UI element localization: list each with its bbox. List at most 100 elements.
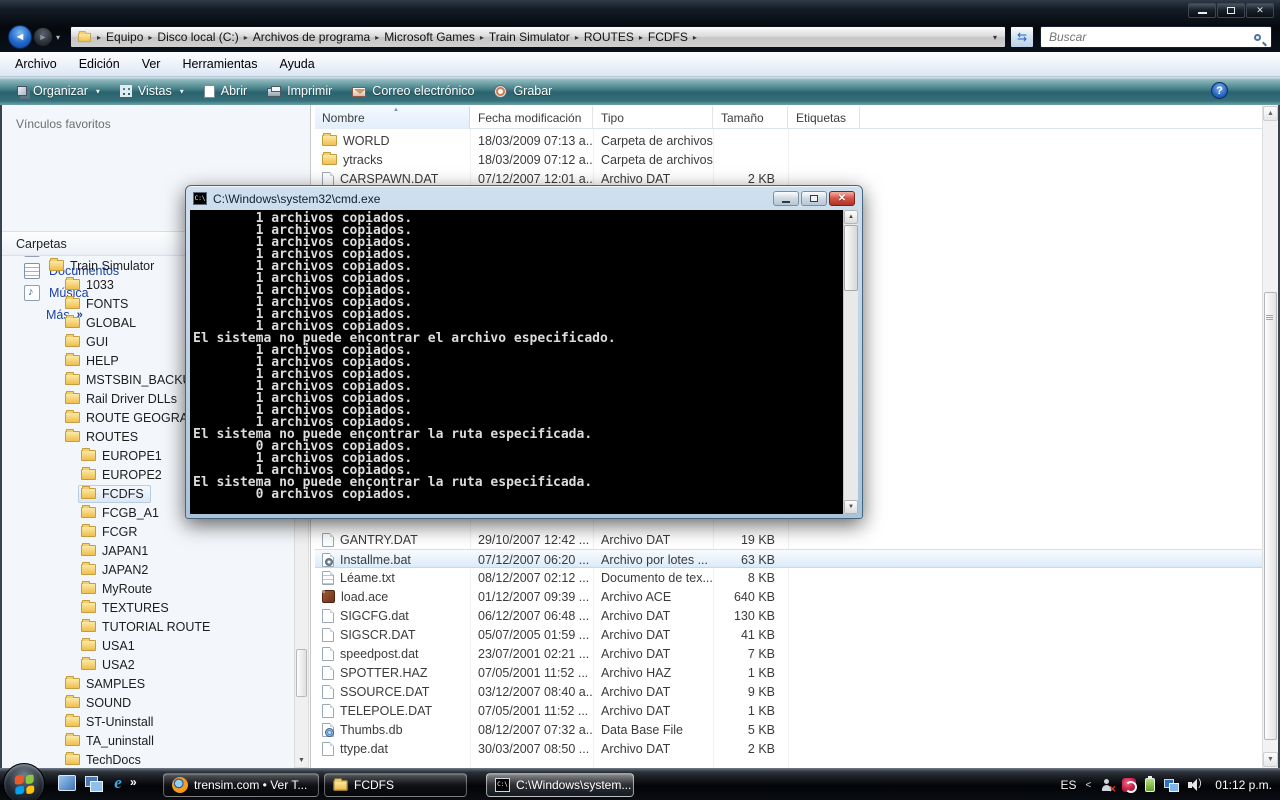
menu-item[interactable]: Herramientas <box>171 57 268 71</box>
taskbar-button-3[interactable]: C:\C:\Windows\system... <box>486 773 634 797</box>
tree-item-inner[interactable]: JAPAN1 <box>78 542 155 560</box>
tree-item-inner[interactable]: FCGB_A1 <box>78 504 166 522</box>
file-row-spotter.haz[interactable]: SPOTTER.HAZ07/05/2001 11:52 ...Archivo H… <box>315 663 1262 682</box>
back-button[interactable]: ◄ <box>8 25 32 49</box>
file-row-telepole.dat[interactable]: TELEPOLE.DAT07/05/2001 11:52 ...Archivo … <box>315 701 1262 720</box>
cmd-window[interactable]: C:\ C:\Windows\system32\cmd.exe ✕ 1 arch… <box>185 185 863 519</box>
cmd-close-button[interactable]: ✕ <box>829 191 855 206</box>
start-button[interactable] <box>3 763 45 800</box>
tree-item-inner[interactable]: TEXTURES <box>78 599 176 617</box>
tree-item-inner[interactable]: USA1 <box>78 637 142 655</box>
tree-item-inner[interactable]: SAMPLES <box>62 675 152 693</box>
volume-icon[interactable]: ) <box>1188 778 1204 792</box>
show-desktop-icon[interactable] <box>58 775 76 791</box>
messenger-icon[interactable]: ✕ <box>1100 779 1113 792</box>
tree-item-usa2[interactable]: USA2 <box>2 655 294 674</box>
breadcrumb-item[interactable]: Disco local (C:) <box>157 30 238 44</box>
internet-explorer-icon[interactable]: e <box>110 775 126 791</box>
tree-item-textures[interactable]: TEXTURES <box>2 598 294 617</box>
tree-item-inner[interactable]: MSTSBIN_BACKU <box>62 371 199 389</box>
console-scrollbar[interactable]: ▲ ▼ <box>843 210 858 514</box>
close-button[interactable]: ✕ <box>1246 3 1274 18</box>
refresh-button[interactable]: ⇆ <box>1010 26 1034 48</box>
antivirus-icon[interactable] <box>1122 778 1136 792</box>
scroll-down-icon[interactable]: ▼ <box>844 500 858 514</box>
menu-item[interactable]: Ver <box>131 57 172 71</box>
tree-item-ta_uninstall[interactable]: TA_uninstall <box>2 731 294 750</box>
breadcrumb-item[interactable]: Archivos de programa <box>253 30 370 44</box>
tree-item-inner[interactable]: HELP <box>62 352 126 370</box>
column-header-tamaño[interactable]: Tamaño <box>713 106 788 129</box>
tree-item-inner[interactable]: ROUTE GEOGRAP <box>62 409 203 427</box>
tree-item-inner[interactable]: FONTS <box>62 295 135 313</box>
file-row-thumbs.db[interactable]: Thumbs.db08/12/2007 07:32 a...Data Base … <box>315 720 1262 739</box>
help-button[interactable]: ? <box>1211 82 1228 99</box>
address-dropdown-icon[interactable]: ▾ <box>993 33 999 42</box>
column-header-fecha-modificación[interactable]: Fecha modificación <box>470 106 593 129</box>
taskbar-button-2[interactable]: FCDFS <box>324 773 467 797</box>
tray-chevron-icon[interactable]: < <box>1085 780 1091 791</box>
search-box[interactable] <box>1040 26 1272 48</box>
forward-button[interactable]: ► <box>33 27 53 47</box>
tree-item-inner[interactable]: EUROPE1 <box>78 447 169 465</box>
file-row-sigcfg.dat[interactable]: SIGCFG.dat06/12/2007 06:48 ...Archivo DA… <box>315 606 1262 625</box>
tree-item-st-uninstall[interactable]: ST-Uninstall <box>2 712 294 731</box>
tree-item-japan1[interactable]: JAPAN1 <box>2 541 294 560</box>
list-scrollbar[interactable]: ▲ ▼ <box>1262 105 1278 768</box>
tree-item-myroute[interactable]: MyRoute <box>2 579 294 598</box>
menu-item[interactable]: Ayuda <box>268 57 325 71</box>
scroll-down-icon[interactable]: ▼ <box>1263 752 1278 767</box>
tree-item-inner[interactable]: SOUND <box>62 694 138 712</box>
file-row-ttype.dat[interactable]: ttype.dat30/03/2007 08:50 ...Archivo DAT… <box>315 739 1262 758</box>
tree-item-inner[interactable]: USA2 <box>78 656 142 674</box>
battery-icon[interactable] <box>1145 778 1155 792</box>
tree-item-inner[interactable]: JAPAN2 <box>78 561 155 579</box>
tree-item-inner[interactable]: ROUTES <box>62 428 145 446</box>
list-scroll-thumb[interactable] <box>1264 292 1277 740</box>
cmd-maximize-button[interactable] <box>801 191 827 206</box>
tree-item-inner[interactable]: EUROPE2 <box>78 466 169 484</box>
nav-history-dropdown[interactable]: ▾ <box>56 33 60 42</box>
breadcrumb-item[interactable]: ROUTES <box>584 30 634 44</box>
file-row-sigscr.dat[interactable]: SIGSCR.DAT05/07/2005 01:59 ...Archivo DA… <box>315 625 1262 644</box>
tree-item-inner[interactable]: MyRoute <box>78 580 159 598</box>
toolbar-button-organizar[interactable]: Organizar▾ <box>8 81 109 101</box>
breadcrumb[interactable]: ▸Equipo▸Disco local (C:)▸Archivos de pro… <box>70 26 1006 48</box>
tree-item-inner[interactable]: GUI <box>62 333 115 351</box>
cmd-title-bar[interactable]: C:\ C:\Windows\system32\cmd.exe ✕ <box>189 188 859 209</box>
console[interactable]: 1 archivos copiados. 1 archivos copiados… <box>190 210 858 514</box>
column-header-etiquetas[interactable]: Etiquetas <box>788 106 860 129</box>
tree-item-inner[interactable]: TechDocs <box>62 751 148 769</box>
toolbar-button-abrir[interactable]: Abrir <box>195 81 256 101</box>
file-row-ytracks[interactable]: ytracks18/03/2009 07:12 a...Carpeta de a… <box>315 150 1262 169</box>
language-indicator[interactable]: ES <box>1060 778 1076 792</box>
tree-item-tutorial-route[interactable]: TUTORIAL ROUTE <box>2 617 294 636</box>
tree-item-samples[interactable]: SAMPLES <box>2 674 294 693</box>
tree-item-techdocs[interactable]: TechDocs <box>2 750 294 768</box>
column-header-tipo[interactable]: Tipo <box>593 106 713 129</box>
scroll-up-icon[interactable]: ▲ <box>1263 106 1278 121</box>
file-row-léame.txt[interactable]: Léame.txt08/12/2007 02:12 ...Documento d… <box>315 568 1262 587</box>
file-row-world[interactable]: WORLD18/03/2009 07:13 a...Carpeta de arc… <box>315 131 1262 150</box>
toolbar-button-correo-electrónico[interactable]: Correo electrónico <box>343 81 483 101</box>
tree-item-fcgr[interactable]: FCGR <box>2 522 294 541</box>
tree-item-inner[interactable]: 1033 <box>62 276 121 294</box>
cmd-minimize-button[interactable] <box>773 191 799 206</box>
toolbar-button-grabar[interactable]: Grabar <box>485 81 561 101</box>
tree-item-japan2[interactable]: JAPAN2 <box>2 560 294 579</box>
tree-item-inner[interactable]: TA_uninstall <box>62 732 161 750</box>
tree-item-inner[interactable]: Rail Driver DLLs <box>62 390 184 408</box>
tree-item-inner[interactable]: FCGR <box>78 523 144 541</box>
tree-item-inner[interactable]: GLOBAL <box>62 314 143 332</box>
breadcrumb-item[interactable]: Equipo <box>106 30 143 44</box>
search-input[interactable] <box>1041 30 1254 44</box>
scroll-down-icon[interactable]: ▼ <box>295 754 308 767</box>
tree-item-inner[interactable]: TUTORIAL ROUTE <box>78 618 217 636</box>
overflow-chevron-icon[interactable]: » <box>130 775 137 789</box>
file-row-load.ace[interactable]: load.ace01/12/2007 09:39 ...Archivo ACE6… <box>315 587 1262 606</box>
search-icon[interactable] <box>1254 34 1261 41</box>
toolbar-button-vistas[interactable]: Vistas▾ <box>111 81 193 101</box>
network-icon[interactable] <box>1164 779 1179 792</box>
maximize-button[interactable] <box>1217 3 1245 18</box>
breadcrumb-item[interactable]: Train Simulator <box>489 30 570 44</box>
